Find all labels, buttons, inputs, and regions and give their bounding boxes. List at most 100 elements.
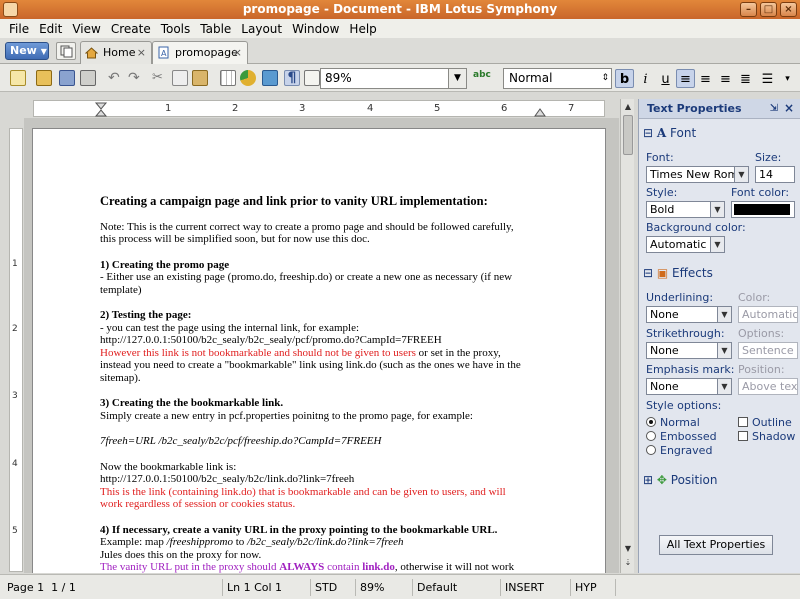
menu-window[interactable]: Window [287, 22, 344, 36]
paragraph-line: http://127.0.0.1:50100/b2c_sealy/b2c/lin… [100, 473, 355, 485]
radio-embossed[interactable]: Embossed [646, 430, 717, 443]
page-down-icon[interactable]: ⇣ [622, 557, 634, 569]
tab-home[interactable]: Home × [80, 41, 152, 64]
image-icon[interactable] [262, 70, 278, 86]
text-run: , otherwise it will not work [394, 561, 515, 573]
indent-marker-icon[interactable] [94, 101, 108, 117]
document-title: Creating a campaign page and link prior … [100, 194, 488, 208]
new-button-label: New [10, 44, 37, 57]
note-line: Note: This is the current correct way to… [100, 220, 514, 233]
undo-icon[interactable]: ↶ [108, 70, 124, 86]
background-color-select[interactable]: Automatic ▼ [646, 236, 725, 253]
scroll-up-icon[interactable]: ▲ [622, 101, 634, 113]
zoom-select[interactable]: 89% ▼ [320, 68, 467, 89]
size-select[interactable]: 14 [755, 166, 795, 183]
scrollbar-thumb[interactable] [623, 115, 633, 155]
menu-layout[interactable]: Layout [236, 22, 287, 36]
style-select[interactable]: Bold ▼ [646, 201, 725, 218]
scroll-down-icon[interactable]: ▼ [622, 543, 634, 555]
justify-icon[interactable]: ≣ [736, 69, 755, 88]
chevron-down-icon: ▼ [717, 379, 731, 394]
effects-section-header[interactable]: ⊟ ▣ Effects [639, 263, 800, 283]
save-icon[interactable] [59, 70, 75, 86]
open-list-button[interactable] [56, 42, 76, 60]
close-tab-icon[interactable]: × [233, 42, 242, 63]
checkbox-shadow-label: Shadow [752, 430, 796, 443]
underline-icon[interactable]: u [656, 69, 675, 88]
chart-icon[interactable] [240, 70, 256, 86]
align-left-icon[interactable]: ≡ [676, 69, 695, 88]
strikethrough-select[interactable]: None ▼ [646, 342, 732, 359]
paste-icon[interactable] [192, 70, 208, 86]
document-page[interactable]: Creating a campaign page and link prior … [32, 128, 606, 573]
menu-tools[interactable]: Tools [156, 22, 196, 36]
checkbox-outline[interactable]: Outline [738, 416, 792, 429]
panel-menu-icon[interactable]: ⇲ [770, 99, 778, 118]
vertical-scrollbar[interactable]: ▲ ▼ ⇣ [620, 99, 634, 573]
close-panel-icon[interactable]: × [784, 99, 794, 118]
radio-engraved[interactable]: Engraved [646, 444, 712, 457]
copy-icon[interactable] [172, 70, 188, 86]
maximize-icon[interactable]: □ [760, 2, 777, 17]
formatting-marks-icon[interactable]: ¶ [284, 70, 300, 86]
bullets-icon[interactable]: ☰ [758, 69, 777, 88]
align-right-icon[interactable]: ≡ [716, 69, 735, 88]
checkbox-shadow[interactable]: Shadow [738, 430, 795, 443]
horizontal-ruler[interactable]: 1 2 3 4 5 6 7 [33, 100, 605, 117]
radio-engraved-label: Engraved [660, 444, 713, 457]
menu-help[interactable]: Help [344, 22, 381, 36]
app-menu-icon[interactable] [3, 2, 18, 17]
font-section-label: Font [670, 126, 697, 140]
status-selection-mode[interactable]: STD [310, 579, 337, 596]
paragraph-line: template) [100, 283, 142, 296]
minimize-icon[interactable]: – [740, 2, 757, 17]
close-icon[interactable]: × [780, 2, 797, 17]
new-button[interactable]: New ▼ [5, 42, 49, 60]
more-icon[interactable]: ▾ [778, 69, 797, 88]
menu-create[interactable]: Create [106, 22, 156, 36]
align-center-icon[interactable]: ≡ [696, 69, 715, 88]
font-icon: A [656, 126, 667, 140]
svg-text:A: A [161, 49, 167, 58]
ruler-number: 1 [12, 259, 18, 269]
paragraph-line: instead you need to create a "bookmarkab… [100, 359, 521, 371]
open-icon[interactable] [36, 70, 52, 86]
bold-icon[interactable]: b [615, 69, 634, 88]
background-color-value: Automatic [650, 238, 707, 251]
menu-file[interactable]: File [4, 22, 34, 36]
redo-icon[interactable]: ↷ [128, 70, 144, 86]
navigator-icon[interactable] [304, 70, 320, 86]
section-heading: 4) If necessary, create a vanity URL in … [100, 523, 498, 536]
table-icon[interactable] [220, 70, 236, 86]
paragraph-style-select[interactable]: Normal ⇕ [503, 68, 612, 89]
right-indent-marker-icon[interactable] [534, 107, 546, 117]
font-section-header[interactable]: ⊟ A Font [639, 123, 800, 143]
document-body[interactable]: Creating a campaign page and link prior … [100, 195, 540, 573]
menu-view[interactable]: View [67, 22, 105, 36]
menu-edit[interactable]: Edit [34, 22, 67, 36]
tab-promopage[interactable]: A promopage × [152, 41, 248, 64]
document-area[interactable]: Creating a campaign page and link prior … [24, 118, 619, 573]
font-select[interactable]: Times New Roman ▼ [646, 166, 749, 183]
cut-icon[interactable]: ✂ [152, 70, 168, 86]
ruler-number: 6 [501, 103, 508, 114]
spellcheck-icon[interactable]: abc [473, 70, 491, 86]
tab-promopage-label: promopage [175, 46, 238, 59]
radio-normal[interactable]: Normal [646, 416, 700, 429]
vertical-ruler[interactable]: 1 2 3 4 5 [9, 128, 23, 572]
options-label: Options: [738, 327, 785, 340]
emphasis-select[interactable]: None ▼ [646, 378, 732, 395]
close-tab-icon[interactable]: × [137, 42, 146, 63]
panel-title: Text Properties [647, 102, 742, 115]
all-text-properties-button[interactable]: All Text Properties [659, 535, 773, 555]
print-icon[interactable] [80, 70, 96, 86]
font-color-picker[interactable] [731, 201, 795, 218]
status-zoom[interactable]: 89% [355, 579, 384, 596]
position-section-header[interactable]: ⊞ ✥ Position [639, 470, 800, 490]
italic-icon[interactable]: i [636, 69, 655, 88]
status-insert-mode[interactable]: INSERT [500, 579, 544, 596]
background-color-label: Background color: [646, 221, 746, 234]
menu-table[interactable]: Table [195, 22, 236, 36]
underlining-select[interactable]: None ▼ [646, 306, 732, 323]
new-document-icon[interactable] [10, 70, 26, 86]
